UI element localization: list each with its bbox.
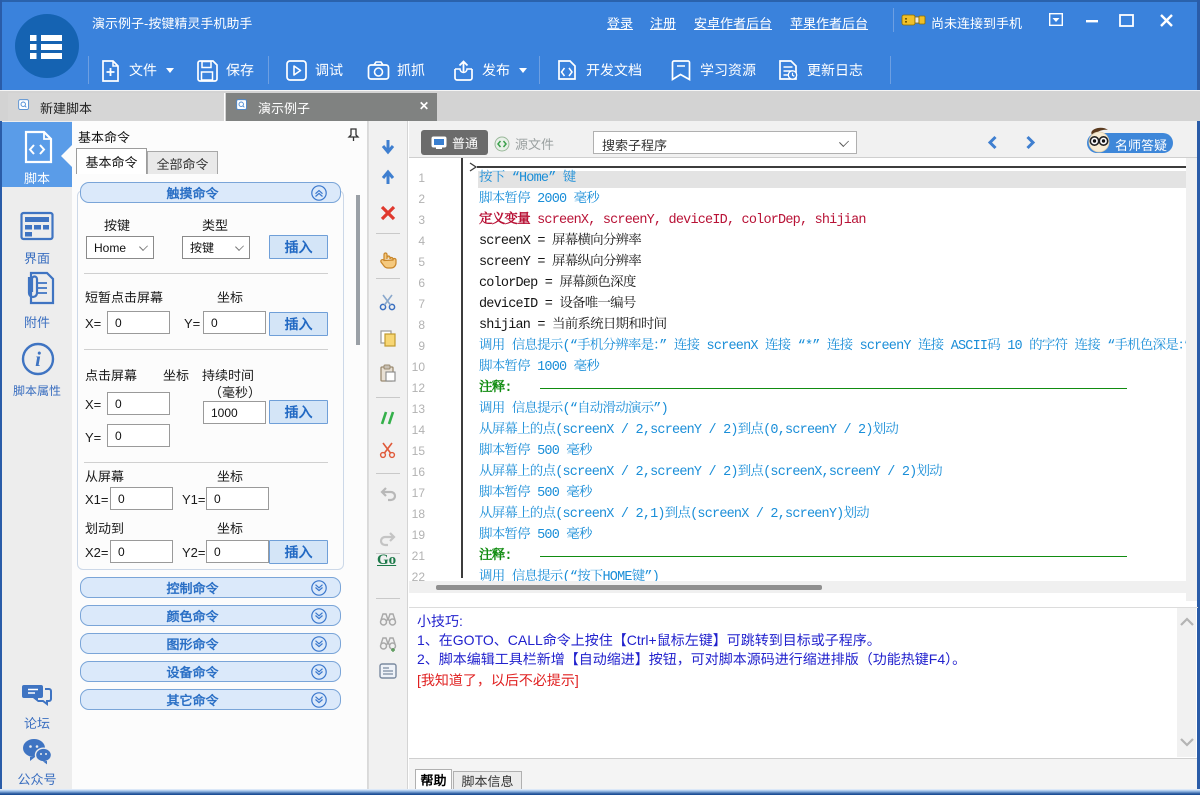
svg-text:i: i [35,347,41,371]
